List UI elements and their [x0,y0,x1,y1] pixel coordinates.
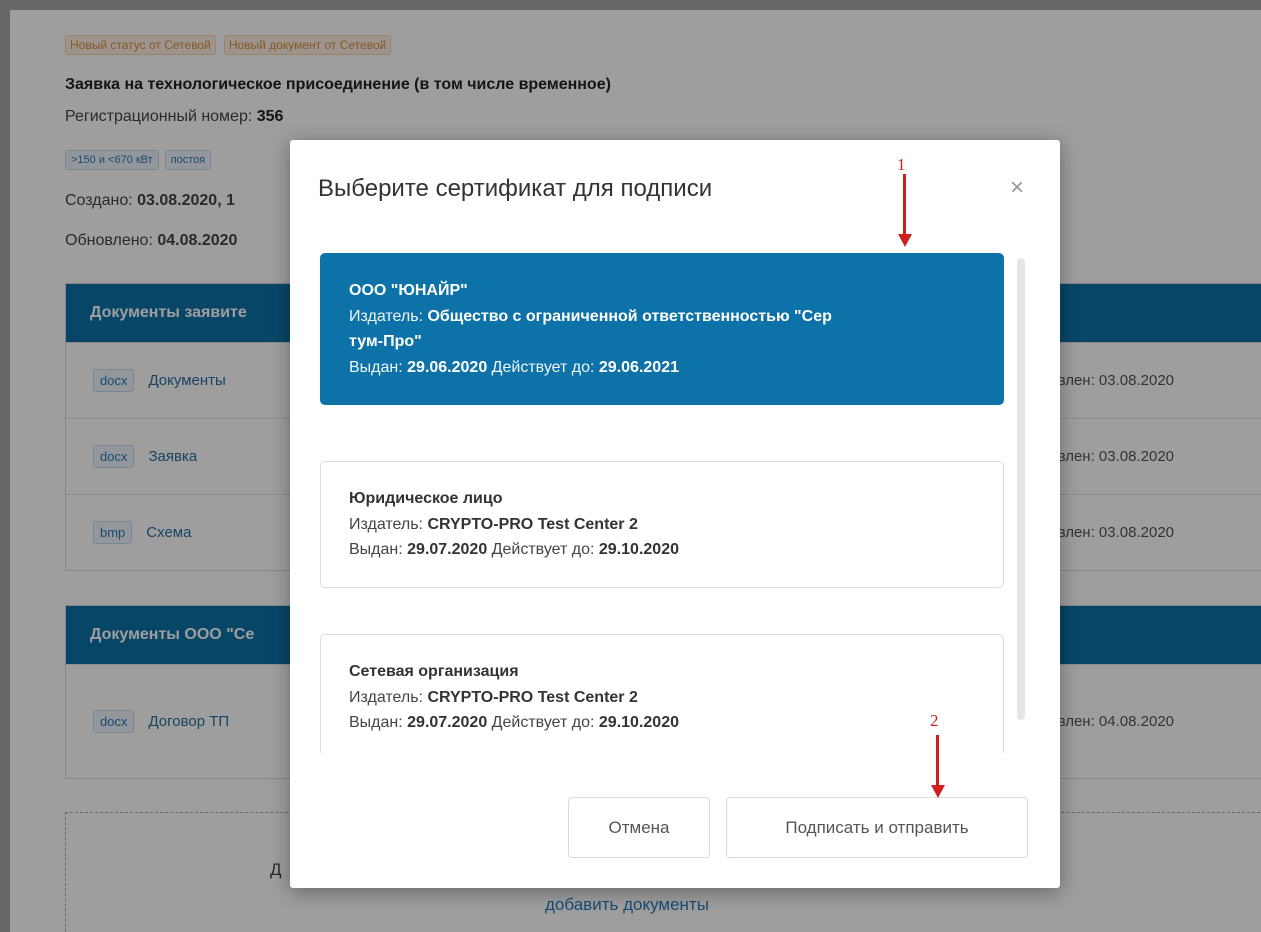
valid-label: Действует до: [487,358,599,376]
certificate-validity: Выдан: 29.06.2020 Действует до: 29.06.20… [349,355,975,381]
sign-and-send-button[interactable]: Подписать и отправить [726,797,1028,858]
certificate-name: ООО "ЮНАЙР" [349,282,468,299]
certificate-item-selected[interactable]: ООО "ЮНАЙР" Издатель: Общество с огранич… [320,253,1004,406]
issued-value: 29.07.2020 [407,541,488,559]
issued-label: Выдан: [349,541,408,559]
annotation-marker-2: 2 [930,711,939,730]
certificate-issuer: Издатель: CRYPTO-PRO Test Center 2 [349,512,975,538]
certificate-issuer: Издатель: Общество с ограниченной ответс… [349,304,975,330]
valid-label: Действует до: [487,714,599,732]
close-icon[interactable]: × [1010,174,1024,202]
annotation-arrow-head-2 [931,785,945,798]
issuer-value: CRYPTO-PRO Test Center 2 [427,515,638,533]
annotation-arrow-1 [903,174,906,236]
certificate-name: Юридическое лицо [349,490,503,507]
dialog-title: Выберите сертификат для подписи [318,175,713,202]
valid-value: 29.06.2021 [598,358,679,376]
certificate-validity: Выдан: 29.07.2020 Действует до: 29.10.20… [349,710,975,736]
valid-value: 29.10.2020 [598,541,679,559]
certificate-list: ООО "ЮНАЙР" Издатель: Общество с огранич… [320,253,1010,753]
issuer-label: Издатель: [349,515,428,533]
annotation-marker-1: 1 [897,155,906,174]
issuer-label: Издатель: [349,307,428,325]
certificate-item[interactable]: Юридическое лицо Издатель: CRYPTO-PRO Te… [320,461,1004,588]
certificate-list-scrollbar[interactable] [1017,258,1025,720]
certificate-issuer: Издатель: CRYPTO-PRO Test Center 2 [349,685,975,711]
issuer-value: CRYPTO-PRO Test Center 2 [427,688,638,706]
certificate-validity: Выдан: 29.07.2020 Действует до: 29.10.20… [349,537,975,563]
certificate-item[interactable]: Сетевая организация Издатель: CRYPTO-PRO… [320,634,1004,753]
annotation-arrow-head-1 [898,234,912,247]
annotation-arrow-2 [936,735,939,787]
issued-label: Выдан: [349,714,408,732]
issued-label: Выдан: [349,358,408,376]
issued-value: 29.07.2020 [407,714,488,732]
certificate-name: Сетевая организация [349,663,519,680]
valid-value: 29.10.2020 [598,714,679,732]
issuer-label: Издатель: [349,688,428,706]
certificate-issuer-cont: тум-Про" [349,329,975,355]
issuer-value: Общество с ограниченной ответственностью… [427,307,832,325]
issuer-value-cont: тум-Про" [349,333,422,351]
cancel-button[interactable]: Отмена [568,797,710,858]
valid-label: Действует до: [487,541,599,559]
issued-value: 29.06.2020 [407,358,488,376]
certificate-dialog: Выберите сертификат для подписи × ООО "Ю… [290,140,1060,888]
